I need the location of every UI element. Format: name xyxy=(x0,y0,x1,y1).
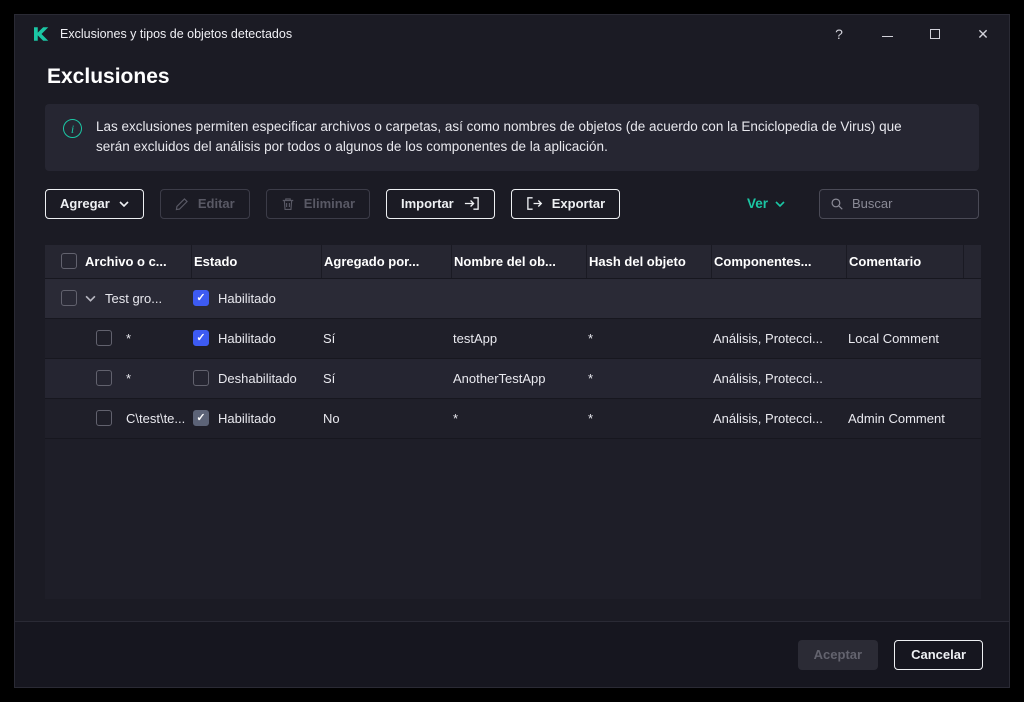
view-menu[interactable]: Ver xyxy=(747,196,785,211)
import-icon xyxy=(464,197,479,210)
archivo-value: C\test\te... xyxy=(126,410,186,426)
table-header: Archivo o c... Estado Agregado por... No… xyxy=(45,244,981,278)
archivo-value: * xyxy=(126,370,132,386)
header-archivo[interactable]: Archivo o c... xyxy=(83,245,191,278)
delete-button[interactable]: Eliminar xyxy=(265,188,370,219)
header-comentario[interactable]: Comentario xyxy=(846,244,963,278)
exclusion-row[interactable]: C\test\te... Habilitado No * * Análisis,… xyxy=(45,397,981,438)
dialog-footer: Aceptar Cancelar xyxy=(15,621,1009,687)
header-componentes[interactable]: Componentes... xyxy=(711,244,846,278)
minimize-icon xyxy=(881,35,893,37)
estado-checkbox[interactable] xyxy=(193,410,209,426)
row-checkbox[interactable] xyxy=(61,290,77,306)
estado-checkbox[interactable] xyxy=(193,370,209,386)
export-button[interactable]: Exportar xyxy=(510,188,621,219)
header-agregado[interactable]: Agregado por... xyxy=(321,244,451,278)
estado-label: Habilitado xyxy=(218,330,276,346)
window-controls: ? ✕ xyxy=(825,20,997,48)
componentes-value: Análisis, Protecci... xyxy=(713,330,823,346)
exclusion-row[interactable]: * Deshabilitado Sí AnotherTestApp * Anál… xyxy=(45,357,981,398)
cancel-button[interactable]: Cancelar xyxy=(894,639,983,670)
row-checkbox[interactable] xyxy=(96,330,112,346)
header-tail xyxy=(963,244,981,278)
agregado-value: No xyxy=(323,410,340,426)
accept-button[interactable]: Aceptar xyxy=(797,639,879,670)
header-nombre[interactable]: Nombre del ob... xyxy=(451,244,586,278)
header-hash[interactable]: Hash del objeto xyxy=(586,244,711,278)
page-title: Exclusiones xyxy=(47,65,170,88)
add-button[interactable]: Agregar xyxy=(45,188,144,219)
agregado-value: Sí xyxy=(323,330,336,346)
row-checkbox[interactable] xyxy=(96,370,112,386)
nombre-value: testApp xyxy=(453,330,498,346)
kaspersky-logo-icon xyxy=(34,27,49,41)
minimize-button[interactable] xyxy=(873,20,901,48)
exclusion-row[interactable]: * Habilitado Sí testApp * Análisis, Prot… xyxy=(45,317,981,358)
archivo-value: * xyxy=(126,330,132,346)
hash-value: * xyxy=(588,370,594,386)
nombre-value: * xyxy=(453,410,459,426)
row-checkbox[interactable] xyxy=(96,410,112,426)
estado-label: Deshabilitado xyxy=(218,370,297,386)
collapse-chevron-icon[interactable] xyxy=(85,295,96,302)
title-bar: Exclusiones y tipos de objetos detectado… xyxy=(15,15,1009,53)
search-input[interactable] xyxy=(852,196,968,211)
estado-label: Habilitado xyxy=(218,290,276,306)
search-box xyxy=(819,188,979,219)
estado-checkbox[interactable] xyxy=(193,330,209,346)
componentes-value: Análisis, Protecci... xyxy=(713,410,823,426)
select-all-checkbox[interactable] xyxy=(61,253,77,269)
edit-button[interactable]: Editar xyxy=(159,188,250,219)
exclusions-table: Archivo o c... Estado Agregado por... No… xyxy=(45,244,981,599)
estado-checkbox[interactable] xyxy=(193,290,209,306)
close-button[interactable]: ✕ xyxy=(969,20,997,48)
header-estado[interactable]: Estado xyxy=(191,244,321,278)
agregado-value: Sí xyxy=(323,370,336,386)
header-select-cell xyxy=(45,245,83,278)
search-icon xyxy=(831,197,843,210)
group-name: Test gro... xyxy=(105,290,163,306)
toolbar: Agregar Editar Eliminar Importar Exporta… xyxy=(45,188,979,219)
comentario-value: Local Comment xyxy=(848,330,940,346)
componentes-value: Análisis, Protecci... xyxy=(713,370,823,386)
maximize-icon xyxy=(930,29,940,39)
nombre-value: AnotherTestApp xyxy=(453,370,546,386)
comentario-value: Admin Comment xyxy=(848,410,945,426)
hash-value: * xyxy=(588,410,594,426)
table-empty-area xyxy=(45,437,981,599)
info-text: Las exclusiones permiten especificar arc… xyxy=(96,119,902,155)
export-icon xyxy=(526,197,542,210)
help-button[interactable]: ? xyxy=(825,20,853,48)
hash-value: * xyxy=(588,330,594,346)
import-button[interactable]: Importar xyxy=(386,188,495,219)
pencil-icon xyxy=(175,197,188,210)
exclusion-group-row[interactable]: Test gro... Habilitado xyxy=(45,277,981,318)
estado-label: Habilitado xyxy=(218,410,276,426)
info-icon: i xyxy=(63,119,82,138)
info-banner: i Las exclusiones permiten especificar a… xyxy=(45,104,979,171)
chevron-down-icon xyxy=(775,200,785,207)
maximize-button[interactable] xyxy=(921,20,949,48)
app-window: Exclusiones y tipos de objetos detectado… xyxy=(14,14,1010,688)
window-title: Exclusiones y tipos de objetos detectado… xyxy=(60,27,293,41)
trash-icon xyxy=(282,197,293,210)
chevron-down-icon xyxy=(119,200,129,207)
